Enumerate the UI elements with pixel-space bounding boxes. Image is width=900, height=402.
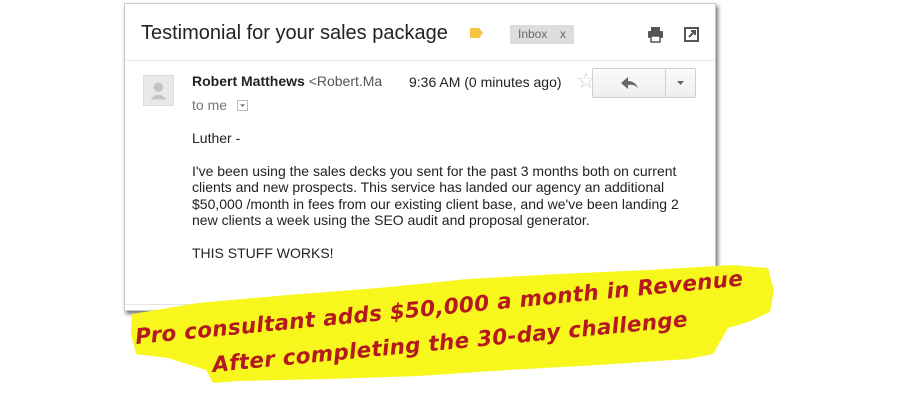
header-divider: [125, 60, 715, 61]
sender: Robert Matthews <Robert.Ma: [192, 73, 382, 89]
reply-icon: [621, 77, 638, 89]
inbox-label-text: Inbox: [518, 27, 548, 41]
label-tag-icon: [470, 28, 483, 38]
chevron-down-icon: [240, 104, 245, 108]
email-greeting: Luther -: [192, 130, 241, 146]
remove-label-button[interactable]: x: [560, 25, 566, 44]
reply-button-group: [592, 68, 696, 98]
reply-button[interactable]: [593, 69, 665, 97]
show-details-button[interactable]: [237, 100, 248, 111]
sender-name: Robert Matthews: [192, 73, 305, 89]
email-subject: Testimonial for your sales package: [141, 22, 448, 44]
email-body: Luther - I've been using the sales decks…: [192, 130, 692, 277]
recipient-label: to me: [192, 97, 228, 113]
promo-caption: Pro consultant adds $50,000 a month in R…: [131, 265, 774, 383]
print-icon[interactable]: [647, 26, 664, 43]
sender-email: <Robert.Ma: [308, 73, 382, 89]
chevron-down-icon: [677, 81, 684, 85]
email-timestamp: 9:36 AM (0 minutes ago): [409, 74, 562, 90]
new-window-icon[interactable]: [683, 26, 700, 43]
more-options-button[interactable]: [666, 69, 695, 97]
email-closing: THIS STUFF WORKS!: [192, 244, 334, 261]
inbox-label-chip: Inbox x: [510, 25, 574, 44]
email-paragraph: I've been using the sales decks you sent…: [192, 162, 679, 229]
avatar-icon: [143, 75, 174, 106]
